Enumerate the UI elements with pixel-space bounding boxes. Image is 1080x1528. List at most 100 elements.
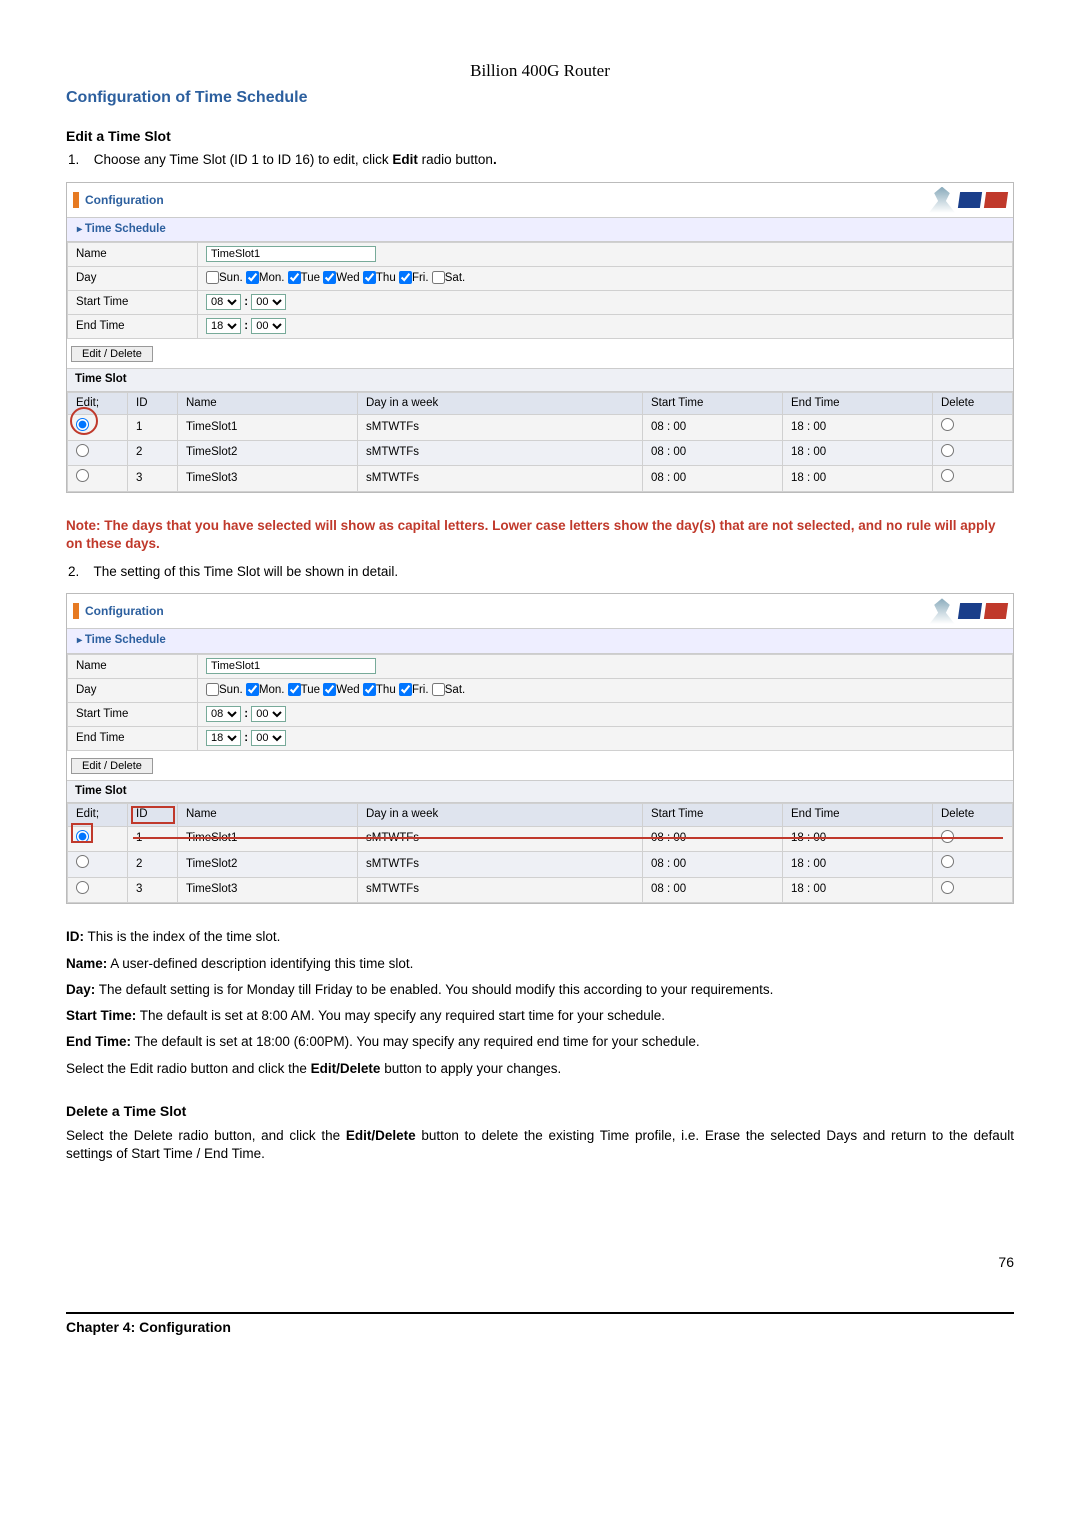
def-select-b: Edit/Delete — [311, 1061, 381, 1076]
chk-wed[interactable] — [323, 271, 336, 284]
id-3: 3 — [128, 466, 178, 492]
footer: Chapter 4: Configuration — [66, 1312, 1014, 1337]
chk-fri-2[interactable] — [399, 683, 412, 696]
hdr-id: ID — [128, 392, 178, 415]
hdr-name: Name — [178, 392, 358, 415]
end-min-2[interactable]: 00 — [251, 730, 286, 746]
del-radio-cell — [933, 415, 1013, 441]
step-1: 1. Choose any Time Slot (ID 1 to ID 16) … — [90, 151, 1014, 169]
step-1-dot: . — [493, 152, 497, 167]
cell-end: 18 : 00 — [198, 315, 1013, 339]
del-radio-1[interactable] — [941, 418, 954, 431]
step-1-text-c: radio button — [418, 152, 493, 167]
def-day-text: The default setting is for Monday till F… — [95, 982, 773, 997]
label-name-2: Name — [68, 654, 198, 678]
chk-sun-2[interactable] — [206, 683, 219, 696]
def-start-text: The default is set at 8:00 AM. You may s… — [136, 1008, 665, 1023]
edit-radio-2[interactable] — [76, 444, 89, 457]
start-b2: 08 : 00 — [643, 852, 783, 878]
chk-sat-2[interactable] — [432, 683, 445, 696]
label-day: Day — [68, 267, 198, 291]
def-select-a: Select the Edit radio button and click t… — [66, 1061, 311, 1076]
step-1-num: 1. — [68, 151, 90, 169]
button-row: Edit / Delete — [67, 339, 1013, 369]
chk-thu[interactable] — [363, 271, 376, 284]
form-table: Name Day Sun. Mon. Tue Wed Thu Fri. Sat.… — [67, 242, 1013, 339]
del-radio-b3[interactable] — [941, 881, 954, 894]
table-row: 2 TimeSlot2 sMTWTFs 08 : 00 18 : 00 — [68, 440, 1013, 466]
del-radio-b1[interactable] — [941, 830, 954, 843]
hdr-delete: Delete — [933, 392, 1013, 415]
lbl-fri: Fri. — [412, 272, 429, 284]
label-day-2: Day — [68, 678, 198, 702]
time-schedule-subheader-2: Time Schedule — [67, 629, 1013, 654]
colon1: : — [244, 296, 248, 308]
del-radio-3[interactable] — [941, 469, 954, 482]
end-min[interactable]: 00 — [251, 318, 286, 334]
chk-wed-2[interactable] — [323, 683, 336, 696]
edit-delete-button[interactable]: Edit / Delete — [71, 346, 153, 362]
hdr-edit: Edit; — [68, 392, 128, 415]
footer-chapter: Chapter 4: Configuration — [66, 1318, 231, 1337]
lbl-wed-2: Wed — [336, 684, 359, 696]
def-id-text: This is the index of the time slot. — [84, 929, 280, 944]
chk-thu-2[interactable] — [363, 683, 376, 696]
name-input[interactable] — [206, 246, 376, 262]
day-3: sMTWTFs — [358, 466, 643, 492]
chk-tue-2[interactable] — [288, 683, 301, 696]
lbl-sun-2: Sun. — [219, 684, 243, 696]
label-end-2: End Time — [68, 726, 198, 750]
lbl-mon: Mon. — [259, 272, 285, 284]
def-select-c: button to apply your changes. — [380, 1061, 561, 1076]
table-row: 3 TimeSlot3 sMTWTFs 08 : 00 18 : 00 — [68, 466, 1013, 492]
end-hour-2[interactable]: 18 — [206, 730, 241, 746]
del-radio-cell — [933, 466, 1013, 492]
start-hour[interactable]: 08 — [206, 294, 241, 310]
button-row-2: Edit / Delete — [67, 751, 1013, 781]
day-b3: sMTWTFs — [358, 877, 643, 903]
slot-header-row: Edit; ID Name Day in a week Start Time E… — [68, 392, 1013, 415]
del-radio-b2[interactable] — [941, 855, 954, 868]
hdr-day: Day in a week — [358, 392, 643, 415]
colon4: : — [244, 732, 248, 744]
edit-delete-button-2[interactable]: Edit / Delete — [71, 758, 153, 774]
start-min[interactable]: 00 — [251, 294, 286, 310]
def-name-label: Name: — [66, 956, 107, 971]
colon2: : — [244, 320, 248, 332]
lbl-sat-2: Sat. — [445, 684, 465, 696]
cell-name — [198, 243, 1013, 267]
lbl-thu: Thu — [376, 272, 396, 284]
config-label-2: Configuration — [73, 603, 164, 619]
table-row: 1 TimeSlot1 sMTWTFs 08 : 00 18 : 00 — [68, 415, 1013, 441]
chk-mon-2[interactable] — [246, 683, 259, 696]
edit-radio-b1[interactable] — [76, 830, 89, 843]
del-radio-2[interactable] — [941, 444, 954, 457]
hdr-start-2: Start Time — [643, 804, 783, 827]
cell-start: 08 : 00 — [198, 291, 1013, 315]
chk-fri[interactable] — [399, 271, 412, 284]
chk-tue[interactable] — [288, 271, 301, 284]
lbl-tue-2: Tue — [301, 684, 320, 696]
edit-radio-b2[interactable] — [76, 855, 89, 868]
chk-mon[interactable] — [246, 271, 259, 284]
page-number: 76 — [66, 1253, 1014, 1272]
day-1: sMTWTFs — [358, 415, 643, 441]
start-hour-2[interactable]: 08 — [206, 706, 241, 722]
hdr-delete-2: Delete — [933, 804, 1013, 827]
edit-radio-1[interactable] — [76, 418, 89, 431]
lbl-thu-2: Thu — [376, 684, 396, 696]
edit-radio-b3[interactable] — [76, 881, 89, 894]
end-hour[interactable]: 18 — [206, 318, 241, 334]
delete-heading: Delete a Time Slot — [66, 1102, 1014, 1121]
edit-radio-3[interactable] — [76, 469, 89, 482]
step-2-num: 2. — [68, 563, 90, 581]
logo-icon — [929, 187, 1007, 213]
chk-sun[interactable] — [206, 271, 219, 284]
name-input-2[interactable] — [206, 658, 376, 674]
step-1-text-a: Choose any Time Slot (ID 1 to ID 16) to … — [94, 152, 393, 167]
edit-radio-cell — [68, 415, 128, 441]
start-3: 08 : 00 — [643, 466, 783, 492]
chk-sat[interactable] — [432, 271, 445, 284]
start-min-2[interactable]: 00 — [251, 706, 286, 722]
table-row: 3 TimeSlot3 sMTWTFs 08 : 00 18 : 00 — [68, 877, 1013, 903]
